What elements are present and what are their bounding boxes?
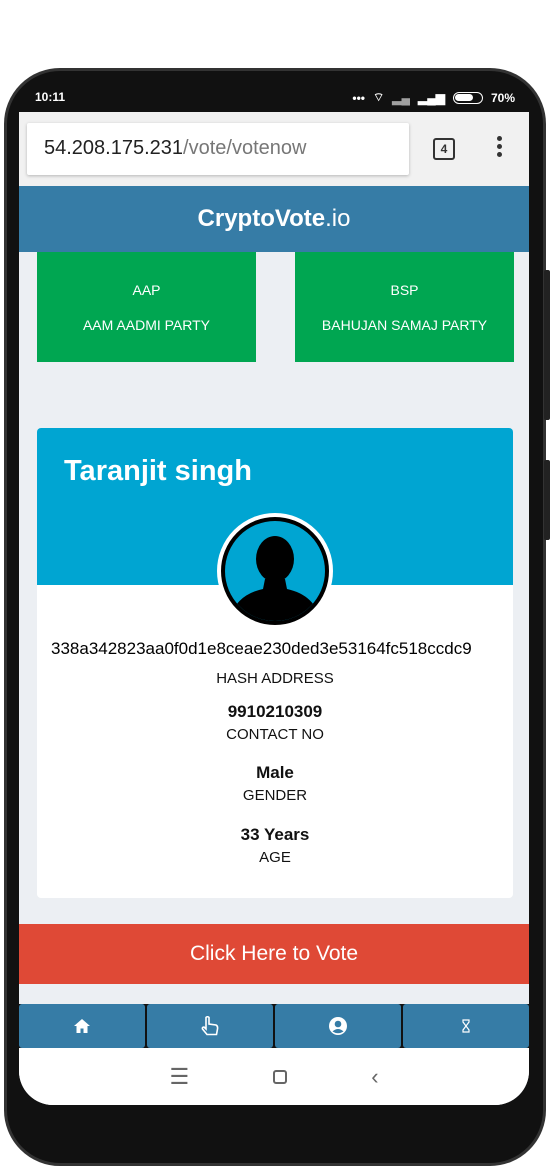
contact-value: 9910210309 — [227, 702, 323, 721]
home-button-icon[interactable] — [273, 1069, 288, 1084]
signal-icon: ▂▄▆ — [418, 90, 445, 105]
user-circle-icon — [329, 1017, 347, 1035]
user-silhouette-icon — [229, 536, 321, 621]
nav-results[interactable] — [403, 1004, 529, 1048]
app-header: CryptoVote.io — [19, 186, 529, 252]
screen: 54.208.175.231/vote/votenow 4 CryptoVote… — [19, 112, 529, 1105]
vote-button[interactable]: Click Here to Vote — [19, 924, 529, 984]
party-card-bsp[interactable]: BSP BAHUJAN SAMAJ PARTY — [295, 252, 514, 362]
more-icon: ••• — [352, 90, 365, 105]
hourglass-icon — [462, 1019, 470, 1033]
gender-value: Male — [256, 763, 294, 782]
url-bar[interactable]: 54.208.175.231/vote/votenow — [27, 123, 409, 175]
party-name: AAM AADMI PARTY — [82, 317, 211, 333]
brand-name: CryptoVote — [197, 205, 326, 232]
status-time: 10:11 — [35, 90, 66, 104]
tab-switcher-button[interactable]: 4 — [433, 138, 455, 160]
url-path: /vote/votenow — [183, 137, 307, 159]
power-button — [544, 460, 550, 540]
nav-home[interactable] — [19, 1004, 145, 1048]
signal-icon: ▂▄ — [392, 90, 410, 105]
volume-button — [544, 270, 550, 420]
url-host: 54.208.175.231 — [44, 137, 184, 159]
bottom-nav — [19, 1004, 529, 1048]
battery-level: 70% — [490, 90, 515, 105]
party-abbr: BSP — [390, 282, 419, 298]
hash-address: 338a342823aa0f0d1e8ceae230ded3e53164fc51… — [51, 639, 472, 658]
hash-label: HASH ADDRESS — [216, 670, 334, 687]
system-nav: ☰ ‹ — [19, 1048, 529, 1105]
party-abbr: AAP — [132, 282, 161, 298]
gender-label: GENDER — [242, 787, 308, 804]
party-name: BAHUJAN SAMAJ PARTY — [321, 317, 488, 333]
avatar — [217, 513, 333, 629]
hand-pointer-icon — [201, 1016, 219, 1036]
brand-suffix: .io — [325, 205, 351, 232]
home-icon — [74, 1019, 90, 1033]
battery-icon — [452, 91, 483, 104]
nav-profile[interactable] — [275, 1004, 401, 1048]
contact-label: CONTACT NO — [226, 726, 324, 743]
recents-icon[interactable]: ☰ — [169, 1064, 189, 1090]
age-value: 33 Years — [240, 825, 310, 844]
menu-icon[interactable] — [497, 136, 503, 160]
back-icon[interactable]: ‹ — [371, 1064, 378, 1090]
party-card-aap[interactable]: AAP AAM AADMI PARTY — [37, 252, 256, 362]
voter-card: Taranjit singh 338a342823aa0f0d1e8ceae23… — [37, 428, 513, 898]
wifi-icon: ⌔ — [372, 90, 385, 104]
nav-vote[interactable] — [147, 1004, 273, 1048]
browser-toolbar: 54.208.175.231/vote/votenow 4 — [19, 112, 529, 186]
age-label: AGE — [259, 849, 291, 866]
status-bar: 10:11 ••• ⌔ ▂▄ ▂▄▆ 70% — [19, 86, 529, 110]
